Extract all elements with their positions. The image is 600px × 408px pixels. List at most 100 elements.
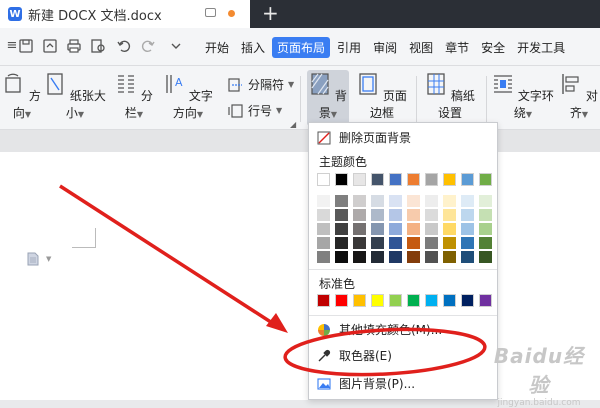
theme-shade-swatch[interactable] [461,223,474,235]
standard-color-swatch[interactable] [407,294,420,307]
theme-shade-swatch[interactable] [479,209,492,221]
page-border-button[interactable]: 页面边框 [354,72,410,121]
theme-color-swatch[interactable] [425,173,438,186]
theme-color-swatch[interactable] [353,173,366,186]
picture-background-item[interactable]: 图片背景(P)... [317,375,415,392]
orientation-button[interactable]: 方向▼ [0,72,44,121]
remove-background-item[interactable]: 删除页面背景 [317,129,411,146]
theme-shade-swatch[interactable] [371,251,384,263]
theme-shade-swatch[interactable] [443,223,456,235]
chevron-down-icon[interactable] [168,38,184,54]
theme-color-swatch[interactable] [371,173,384,186]
export-icon[interactable] [42,38,58,54]
document-tab[interactable]: W 新建 DOCX 文档.docx [0,0,250,28]
theme-shade-swatch[interactable] [317,251,330,263]
theme-shade-swatch[interactable] [443,251,456,263]
grid-paper-button[interactable]: 稿纸设置 [422,72,478,121]
theme-shade-swatch[interactable] [371,223,384,235]
theme-shade-swatch[interactable] [407,251,420,263]
theme-color-swatch[interactable] [461,173,474,186]
align-button[interactable]: 对齐▼ [558,72,600,121]
theme-shade-swatch[interactable] [461,195,474,207]
standard-color-swatch[interactable] [389,294,402,307]
standard-color-swatch[interactable] [371,294,384,307]
theme-shade-swatch[interactable] [425,251,438,263]
theme-shade-swatch[interactable] [461,209,474,221]
background-button[interactable]: 背景▼ [307,72,349,121]
theme-shade-swatch[interactable] [353,195,366,207]
theme-shade-swatch[interactable] [479,237,492,249]
theme-shade-swatch[interactable] [371,209,384,221]
tab-section[interactable]: 章节 [440,37,474,58]
tab-references[interactable]: 引用 [332,37,366,58]
standard-color-swatch[interactable] [443,294,456,307]
theme-shade-swatch[interactable] [389,195,402,207]
theme-shade-swatch[interactable] [353,223,366,235]
theme-shade-swatch[interactable] [425,195,438,207]
standard-color-swatch[interactable] [461,294,474,307]
theme-shade-swatch[interactable] [479,195,492,207]
theme-shade-swatch[interactable] [461,237,474,249]
theme-shade-swatch[interactable] [353,251,366,263]
theme-color-swatch[interactable] [443,173,456,186]
theme-shade-swatch[interactable] [335,237,348,249]
standard-color-swatch[interactable] [353,294,366,307]
standard-color-swatch[interactable] [479,294,492,307]
redo-icon[interactable] [140,38,156,54]
theme-shade-swatch[interactable] [407,223,420,235]
standard-color-swatch[interactable] [425,294,438,307]
tab-page-layout[interactable]: 页面布局 [272,37,331,58]
separator-button[interactable]: 分隔符 ▼ [228,76,294,93]
theme-shade-swatch[interactable] [443,195,456,207]
tab-home[interactable]: 开始 [200,37,234,58]
theme-shade-swatch[interactable] [371,237,384,249]
theme-shade-swatch[interactable] [335,251,348,263]
theme-shade-swatch[interactable] [443,237,456,249]
theme-shade-swatch[interactable] [461,251,474,263]
theme-color-swatch[interactable] [335,173,348,186]
tab-insert[interactable]: 插入 [236,37,270,58]
theme-shade-swatch[interactable] [389,223,402,235]
tab-view[interactable]: 视图 [404,37,438,58]
theme-shade-swatch[interactable] [425,209,438,221]
other-fill-colors-item[interactable]: 其他填充颜色(M)... [317,321,442,338]
theme-shade-swatch[interactable] [479,251,492,263]
theme-shade-swatch[interactable] [335,195,348,207]
tab-developer[interactable]: 开发工具 [512,37,570,58]
theme-shade-swatch[interactable] [389,237,402,249]
new-tab-button[interactable]: + [262,2,279,24]
eyedropper-item[interactable]: 取色器(E) [317,347,392,364]
theme-shade-swatch[interactable] [479,223,492,235]
tab-security[interactable]: 安全 [476,37,510,58]
standard-color-swatch[interactable] [317,294,330,307]
text-wrap-button[interactable]: 文字环绕▼ [492,72,554,121]
theme-color-swatch[interactable] [407,173,420,186]
theme-shade-swatch[interactable] [317,223,330,235]
theme-shade-swatch[interactable] [317,237,330,249]
theme-shade-swatch[interactable] [335,223,348,235]
theme-shade-swatch[interactable] [335,209,348,221]
ribbon-expand-icon[interactable]: ◢ [290,120,296,129]
theme-color-swatch[interactable] [479,173,492,186]
theme-shade-swatch[interactable] [425,237,438,249]
undo-icon[interactable] [116,38,132,54]
theme-shade-swatch[interactable] [353,237,366,249]
theme-shade-swatch[interactable] [407,237,420,249]
columns-button[interactable]: 分栏▼ [112,72,156,121]
theme-shade-swatch[interactable] [317,209,330,221]
paste-options-icon[interactable] [27,252,39,266]
theme-shade-swatch[interactable] [389,209,402,221]
tab-review[interactable]: 审阅 [368,37,402,58]
theme-shade-swatch[interactable] [407,195,420,207]
paper-size-button[interactable]: 纸张大小▼ [44,72,106,121]
print-icon[interactable] [66,38,82,54]
standard-color-swatch[interactable] [335,294,348,307]
text-direction-button[interactable]: A 文字方向▼ [158,72,218,121]
theme-shade-swatch[interactable] [407,209,420,221]
print-preview-icon[interactable] [90,38,106,54]
theme-shade-swatch[interactable] [443,209,456,221]
theme-color-swatch[interactable] [317,173,330,186]
theme-shade-swatch[interactable] [371,195,384,207]
theme-shade-swatch[interactable] [317,195,330,207]
theme-shade-swatch[interactable] [425,223,438,235]
